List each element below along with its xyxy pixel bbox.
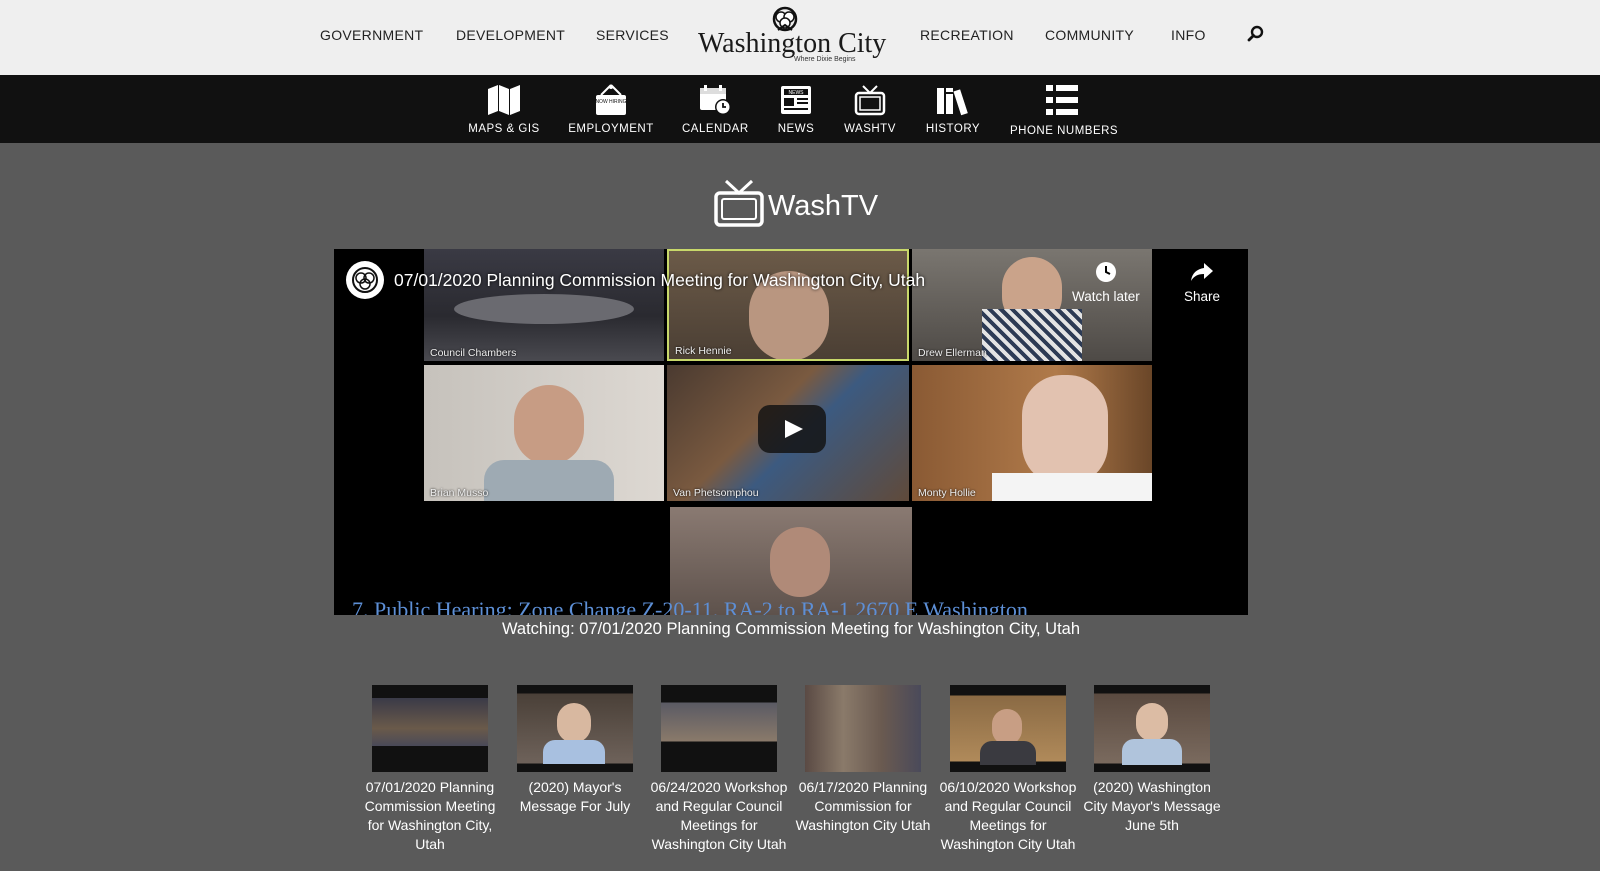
books-icon — [937, 88, 968, 116]
svg-text:NEWS: NEWS — [789, 90, 805, 96]
video-thumbnail — [661, 685, 777, 772]
quick-link-employment[interactable]: NOW HIRING EMPLOYMENT — [568, 75, 654, 143]
playlist-item[interactable]: 06/17/2020 Planning Commission for Washi… — [792, 685, 934, 835]
clock-icon — [1095, 262, 1116, 282]
cotton-boll-icon — [352, 267, 378, 293]
playlist-item[interactable]: (2020) Mayor's Message For July — [504, 685, 646, 816]
nav-community[interactable]: COMMUNITY — [1045, 27, 1134, 43]
playlist-item[interactable]: 06/24/2020 Workshop and Regular Council … — [648, 685, 790, 854]
playlist-item[interactable]: (2020) Washington City Mayor's Message J… — [1081, 685, 1223, 835]
site-logo[interactable]: Washington City Where Dixie Begins — [698, 6, 886, 66]
quick-links-bar: MAPS & GIS NOW HIRING EMPLOYMENT CALENDA… — [0, 75, 1600, 143]
quick-link-news[interactable]: NEWS NEWS — [774, 75, 818, 143]
washtv-title: WashTV — [768, 190, 879, 222]
playlist-item[interactable]: 06/10/2020 Workshop and Regular Council … — [937, 685, 1079, 854]
video-player[interactable]: Council Chambers Rick Hennie Drew Ellerm… — [334, 249, 1248, 615]
quick-link-calendar[interactable]: CALENDAR — [682, 75, 748, 143]
calendar-icon — [700, 85, 731, 115]
participant-tile: Monty Hollie — [912, 365, 1152, 501]
video-thumbnail — [517, 685, 633, 772]
top-navigation: GOVERNMENT DEVELOPMENT SERVICES Washingt… — [0, 0, 1600, 75]
nav-info[interactable]: INFO — [1171, 27, 1206, 43]
nav-government[interactable]: GOVERNMENT — [320, 27, 423, 43]
quick-link-phone-numbers[interactable]: PHONE NUMBERS — [1010, 75, 1118, 143]
video-caption: 7. Public Hearing: Zone Change Z-20-11, … — [352, 597, 1028, 615]
quick-link-washtv[interactable]: WASHTV — [844, 75, 896, 143]
logo-tagline: Where Dixie Begins — [794, 56, 856, 63]
play-icon — [785, 420, 803, 438]
list-icon — [1046, 85, 1078, 115]
play-button[interactable] — [758, 405, 826, 453]
share-icon — [1191, 263, 1214, 281]
nav-development[interactable]: DEVELOPMENT — [456, 27, 565, 43]
video-title[interactable]: 07/01/2020 Planning Commission Meeting f… — [394, 270, 925, 291]
nav-recreation[interactable]: RECREATION — [920, 27, 1014, 43]
tv-icon — [714, 179, 764, 227]
channel-avatar[interactable] — [346, 261, 384, 299]
participant-tile: Council Chambers — [424, 249, 664, 361]
video-thumbnail — [1094, 685, 1210, 772]
playlist-item[interactable]: 07/01/2020 Planning Commission Meeting f… — [359, 685, 501, 854]
quick-link-history[interactable]: HISTORY — [924, 75, 982, 143]
video-thumbnail — [805, 685, 921, 772]
search-icon[interactable] — [1246, 24, 1266, 44]
newspaper-icon: NEWS — [781, 86, 811, 114]
map-icon — [488, 85, 520, 115]
watch-later-button[interactable]: Watch later — [1072, 261, 1140, 304]
share-button[interactable]: Share — [1184, 261, 1220, 304]
washtv-heading: WashTV — [714, 178, 894, 228]
now-watching-label: Watching: 07/01/2020 Planning Commission… — [501, 620, 1081, 638]
nav-services[interactable]: SERVICES — [596, 27, 669, 43]
participant-tile: Rick Hennie — [667, 249, 909, 361]
video-thumbnail — [950, 685, 1066, 772]
participant-tile: Brian Musso — [424, 365, 664, 501]
now-hiring-icon: NOW HIRING — [595, 84, 627, 115]
video-thumbnail — [372, 685, 488, 772]
svg-text:NOW HIRING: NOW HIRING — [595, 99, 626, 105]
quick-link-maps[interactable]: MAPS & GIS — [466, 75, 542, 143]
tv-icon — [854, 85, 886, 116]
